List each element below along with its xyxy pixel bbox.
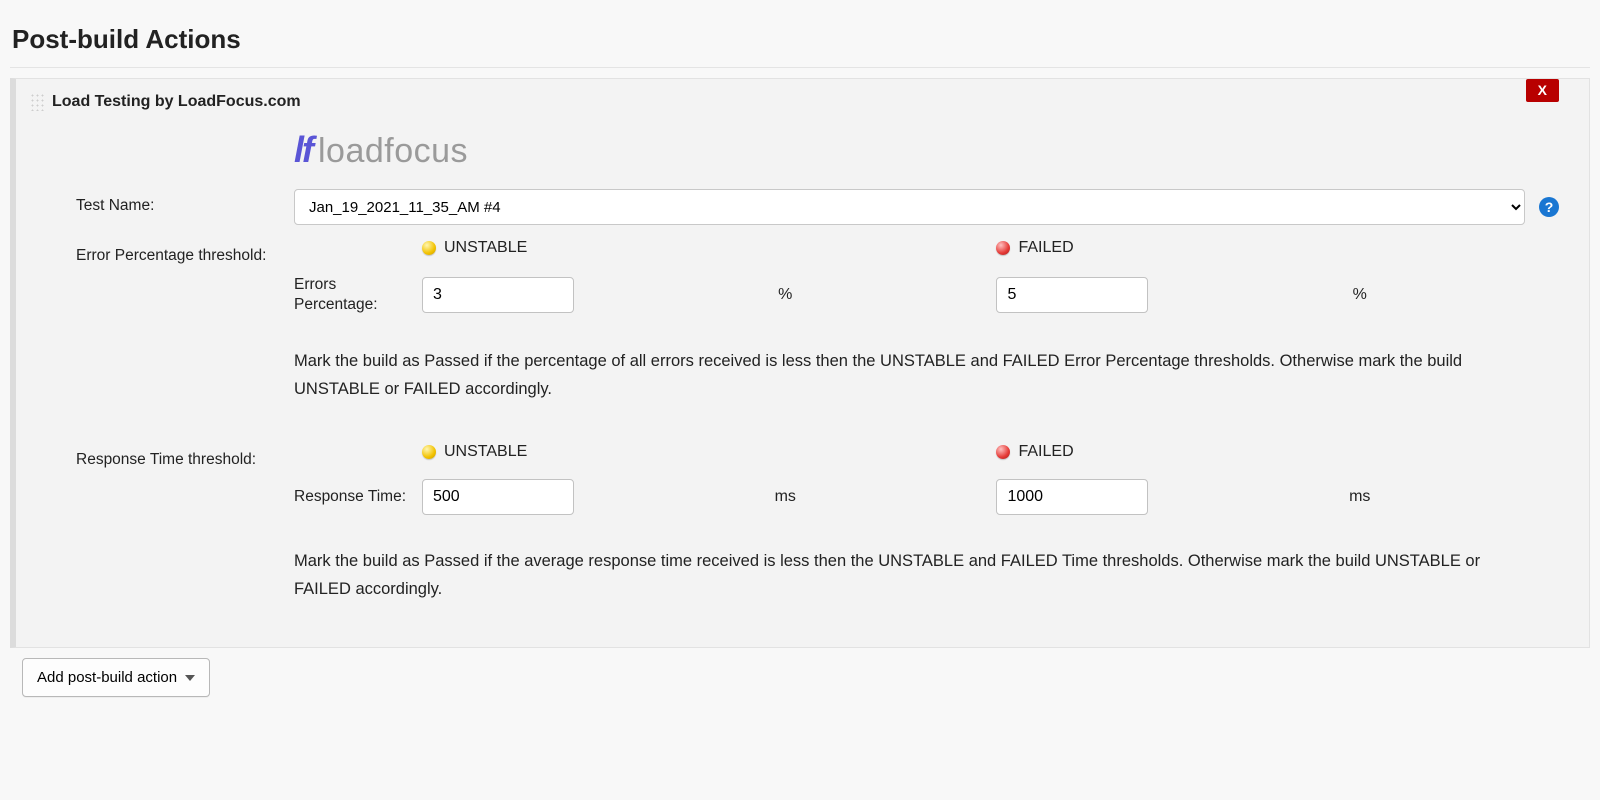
unstable-dot-icon: [422, 445, 436, 459]
divider: [10, 67, 1590, 68]
help-icon[interactable]: ?: [1539, 197, 1559, 217]
unstable-header: UNSTABLE: [422, 443, 763, 461]
failed-dot-icon: [996, 241, 1010, 255]
response-failed-input[interactable]: [996, 479, 1148, 515]
error-unstable-input[interactable]: [422, 277, 574, 313]
add-post-build-action-button[interactable]: Add post-build action: [22, 658, 210, 697]
logo-prefix: lf: [294, 129, 312, 170]
loadfocus-logo: lfloadfocus: [76, 123, 1559, 189]
unstable-text: UNSTABLE: [444, 239, 527, 257]
response-threshold-description: Mark the build as Passed if the average …: [294, 547, 1524, 603]
response-time-sublabel: Response Time:: [294, 487, 410, 507]
chevron-down-icon: [185, 675, 195, 681]
logo-text: loadfocus: [318, 132, 468, 170]
failed-dot-icon: [996, 445, 1010, 459]
failed-header: FAILED: [996, 239, 1340, 257]
percent-unit: %: [778, 286, 984, 304]
test-name-select[interactable]: Jan_19_2021_11_35_AM #4: [294, 189, 1525, 225]
drag-handle-icon[interactable]: [30, 93, 44, 111]
unstable-text: UNSTABLE: [444, 443, 527, 461]
add-button-label: Add post-build action: [37, 669, 177, 686]
unstable-header: UNSTABLE: [422, 239, 766, 257]
response-unstable-input[interactable]: [422, 479, 574, 515]
post-build-step-block: X Load Testing by LoadFocus.com lfloadfo…: [10, 78, 1590, 648]
ms-unit: ms: [775, 488, 985, 506]
error-threshold-description: Mark the build as Passed if the percenta…: [294, 347, 1524, 403]
page-title: Post-build Actions: [10, 10, 1590, 67]
errors-percentage-sublabel: Errors Percentage:: [294, 275, 410, 315]
error-failed-input[interactable]: [996, 277, 1148, 313]
failed-text: FAILED: [1018, 239, 1073, 257]
step-title: Load Testing by LoadFocus.com: [52, 93, 301, 111]
failed-header: FAILED: [996, 443, 1337, 461]
ms-unit: ms: [1349, 488, 1559, 506]
percent-unit: %: [1353, 286, 1559, 304]
unstable-dot-icon: [422, 241, 436, 255]
response-threshold-label: Response Time threshold:: [76, 443, 294, 469]
remove-step-button[interactable]: X: [1526, 79, 1559, 102]
failed-text: FAILED: [1018, 443, 1073, 461]
step-header: Load Testing by LoadFocus.com: [16, 79, 1589, 123]
error-threshold-label: Error Percentage threshold:: [76, 239, 294, 265]
test-name-label: Test Name:: [76, 189, 294, 215]
